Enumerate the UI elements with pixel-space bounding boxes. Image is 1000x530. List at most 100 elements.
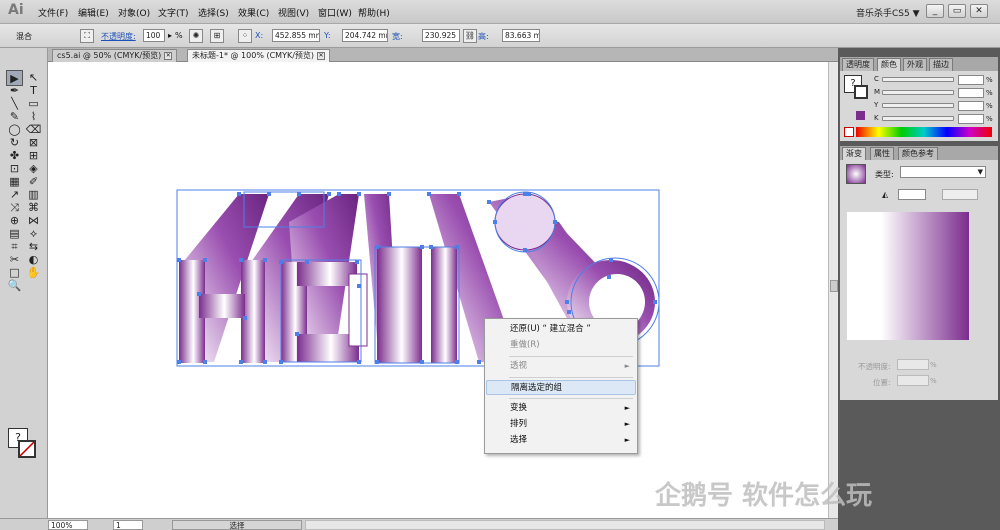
anchor-point[interactable] xyxy=(427,192,431,196)
anchor-point[interactable] xyxy=(297,192,301,196)
transparency-icon[interactable]: ⛶ xyxy=(80,29,94,43)
anchor-point[interactable] xyxy=(203,258,207,262)
w-field[interactable]: 230.925 mm xyxy=(422,29,460,42)
link-proportions-icon[interactable]: ⛓ xyxy=(463,29,477,43)
gradient-swatch[interactable] xyxy=(846,164,866,184)
anchor-point[interactable] xyxy=(239,360,243,364)
channel-field[interactable] xyxy=(958,101,984,111)
tab-gradient-panel[interactable]: 属性 xyxy=(870,147,894,160)
page-field[interactable]: 1 xyxy=(113,520,143,530)
anchor-point[interactable] xyxy=(337,192,341,196)
anchor-point[interactable] xyxy=(197,292,201,296)
menu-item[interactable]: 帮助(H) xyxy=(358,6,390,19)
tab-color-panel[interactable]: 描边 xyxy=(929,58,953,71)
artboard-canvas[interactable] xyxy=(49,62,828,518)
close-icon[interactable]: ✕ xyxy=(317,51,326,60)
anchor-point[interactable] xyxy=(267,192,271,196)
channel-field[interactable] xyxy=(958,88,984,98)
tool-icon[interactable]: ✋ xyxy=(25,265,42,281)
anchor-point[interactable] xyxy=(203,360,207,364)
tab-gradient-panel[interactable]: 颜色参考 xyxy=(898,147,938,160)
workspace-switcher[interactable]: 音乐杀手CS5 ▼ xyxy=(856,6,920,19)
tab-gradient-panel[interactable]: 渐变 xyxy=(842,147,866,160)
stroke-swatch-icon[interactable] xyxy=(854,85,868,99)
anchor-point[interactable] xyxy=(177,258,181,262)
anchor-point[interactable] xyxy=(523,192,527,196)
menu-item[interactable]: 编辑(E) xyxy=(78,6,109,19)
anchor-point[interactable] xyxy=(523,248,527,252)
anchor-point[interactable] xyxy=(237,192,241,196)
anchor-point[interactable] xyxy=(487,200,491,204)
gradient-preview[interactable] xyxy=(847,212,969,340)
stroke-swatch-icon[interactable] xyxy=(18,440,36,458)
artwork[interactable] xyxy=(49,62,828,518)
color-spectrum[interactable] xyxy=(856,127,992,137)
menu-item[interactable]: 对象(O) xyxy=(118,6,150,19)
y-field[interactable]: 204.742 mm xyxy=(342,29,388,42)
anchor-point[interactable] xyxy=(239,258,243,262)
tab-color-panel[interactable]: 透明度 xyxy=(842,58,874,71)
menu-item[interactable]: 视图(V) xyxy=(278,6,309,19)
close-icon[interactable]: ✕ xyxy=(970,4,988,18)
close-icon[interactable]: ✕ xyxy=(164,51,173,60)
channel-slider[interactable] xyxy=(882,77,954,82)
anchor-point[interactable] xyxy=(457,192,461,196)
channel-slider[interactable] xyxy=(882,116,954,121)
zoom-field[interactable]: 100% xyxy=(48,520,88,530)
angle-field[interactable] xyxy=(898,189,926,200)
anchor-point[interactable] xyxy=(565,300,569,304)
menu-item[interactable]: 效果(C) xyxy=(238,6,269,19)
anchor-point[interactable] xyxy=(327,192,331,196)
status-mode[interactable]: 选择 xyxy=(172,520,302,530)
x-field[interactable]: 452.855 mm xyxy=(272,29,320,42)
anchor-point[interactable] xyxy=(243,316,247,320)
anchor-point[interactable] xyxy=(355,260,359,264)
anchor-point[interactable] xyxy=(263,360,267,364)
anchor-point[interactable] xyxy=(567,310,571,314)
restore-icon[interactable]: ▭ xyxy=(948,4,966,18)
context-menu-item[interactable]: 隔离选定的组 xyxy=(486,380,636,395)
context-menu-item[interactable]: 透视 ► xyxy=(486,359,636,374)
current-color-swatch[interactable] xyxy=(856,111,865,120)
opacity-label[interactable]: 不透明度: xyxy=(101,31,136,42)
anchor-point[interactable] xyxy=(263,258,267,262)
h-field[interactable]: 83.663 mm xyxy=(502,29,540,42)
vertical-scrollbar[interactable] xyxy=(828,62,838,518)
context-menu-item[interactable]: 还原(U) “ 建立混合 ” xyxy=(486,322,636,337)
tab-cs5[interactable]: cs5.ai @ 50% (CMYK/预览) ✕ xyxy=(52,49,178,62)
anchor-point[interactable] xyxy=(387,192,391,196)
anchor-point[interactable] xyxy=(357,284,361,288)
anchor-point[interactable] xyxy=(653,300,657,304)
horizontal-scrollbar[interactable] xyxy=(305,520,825,530)
tool-icon[interactable]: 🔍 xyxy=(6,278,23,294)
tab-color-panel[interactable]: 颜色 xyxy=(877,58,901,71)
anchor-point[interactable] xyxy=(305,260,309,264)
tab-color-panel[interactable]: 外观 xyxy=(903,58,927,71)
minimize-icon[interactable]: _ xyxy=(926,4,944,18)
anchor-point[interactable] xyxy=(177,360,181,364)
anchor-point[interactable] xyxy=(295,332,299,336)
channel-field[interactable] xyxy=(958,75,984,85)
context-menu-item[interactable]: 变换 ► xyxy=(486,401,636,416)
channel-field[interactable] xyxy=(958,114,984,124)
menu-item[interactable]: 窗口(W) xyxy=(318,6,352,19)
tab-untitled[interactable]: 未标题-1* @ 100% (CMYK/预览) ✕ xyxy=(187,49,331,62)
anchor-point[interactable] xyxy=(607,275,611,279)
channel-slider[interactable] xyxy=(882,103,954,108)
scroll-thumb[interactable] xyxy=(830,280,838,292)
context-menu-item[interactable]: 选择 ► xyxy=(486,433,636,448)
gradient-type-select[interactable]: ▼ xyxy=(900,166,986,178)
anchor-point[interactable] xyxy=(477,360,481,364)
none-swatch-icon[interactable] xyxy=(844,127,854,137)
menu-item[interactable]: 选择(S) xyxy=(198,6,229,19)
menu-item[interactable]: 文字(T) xyxy=(158,6,189,19)
opacity-arrow-icon[interactable]: ▸ xyxy=(168,31,172,40)
menu-item[interactable]: 文件(F) xyxy=(38,6,68,19)
aspect-field[interactable] xyxy=(942,189,978,200)
align-icon[interactable]: ⊞ xyxy=(210,29,224,43)
recolor-icon[interactable]: ✺ xyxy=(189,29,203,43)
context-menu-item[interactable]: 排列 ► xyxy=(486,417,636,432)
anchor-point[interactable] xyxy=(357,192,361,196)
reference-point-icon[interactable]: ⁘ xyxy=(238,29,252,43)
channel-slider[interactable] xyxy=(882,90,954,95)
